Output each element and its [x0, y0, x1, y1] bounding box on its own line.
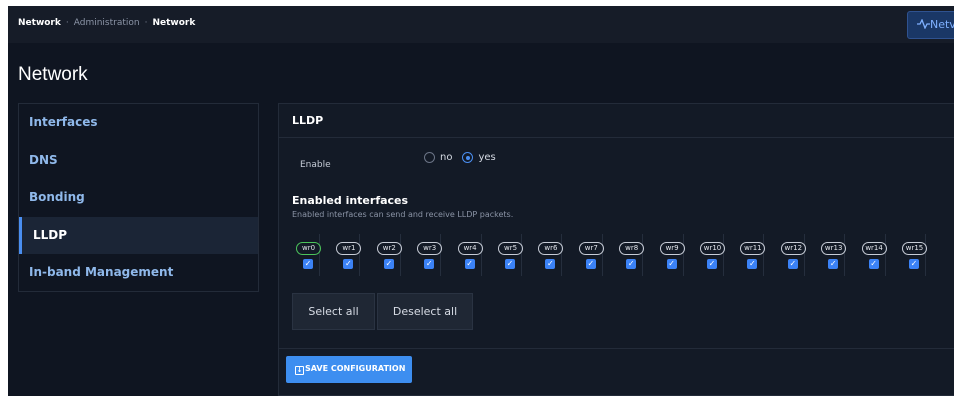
- interface-label: wr13: [821, 242, 847, 255]
- interface-item: wr1 ✓: [330, 234, 362, 276]
- interface-checkbox[interactable]: ✓: [626, 259, 637, 269]
- network-monitor-button[interactable]: Netv: [907, 11, 954, 39]
- interface-label: wr6: [538, 242, 564, 255]
- breadcrumb: Network · Administration · Network: [18, 18, 195, 28]
- interface-item: wr14 ✓: [856, 234, 887, 276]
- sidebar: Interfaces DNS Bonding LLDP In-band Mana…: [18, 103, 259, 292]
- interface-checkbox[interactable]: ✓: [424, 259, 435, 269]
- interface-checkbox[interactable]: ✓: [828, 259, 839, 269]
- interface-checkbox[interactable]: ✓: [464, 259, 475, 269]
- breadcrumb-item-current: Network: [152, 18, 196, 28]
- interface-label: wr12: [780, 242, 806, 255]
- interface-label: wr3: [417, 242, 443, 255]
- enable-yes-label[interactable]: yes: [478, 152, 495, 163]
- interface-checkbox[interactable]: ✓: [343, 259, 354, 269]
- interface-checkbox[interactable]: ✓: [383, 259, 394, 269]
- interface-checkbox[interactable]: ✓: [505, 259, 515, 269]
- breadcrumb-item-administration[interactable]: Administration: [74, 18, 140, 28]
- enable-no-radio[interactable]: [424, 152, 435, 163]
- activity-icon: [917, 18, 930, 30]
- interface-checkbox[interactable]: ✓: [787, 259, 798, 269]
- interface-item: wr2 ✓: [371, 234, 402, 276]
- interface-label: wr1: [336, 242, 362, 255]
- interface-checkbox[interactable]: ✓: [707, 259, 717, 269]
- page-title: Network: [18, 64, 88, 85]
- save-configuration-button[interactable]: ↓ SAVE CONFIGURATION: [286, 356, 412, 383]
- enable-radio-group: no yes: [424, 152, 506, 163]
- app-window: Network · Administration · Network Netv Netw…: [8, 6, 954, 396]
- enable-no-label[interactable]: no: [440, 152, 452, 163]
- breadcrumb-separator: ·: [65, 18, 69, 28]
- interface-checkbox[interactable]: ✓: [545, 259, 556, 269]
- interface-label: wr11: [740, 242, 766, 255]
- interface-checkbox[interactable]: ✓: [868, 259, 879, 269]
- interface-checkbox[interactable]: ✓: [303, 259, 313, 269]
- select-all-button[interactable]: Select all: [292, 293, 375, 330]
- interface-item: wr3 ✓: [411, 234, 443, 276]
- interface-item: wr15 ✓: [896, 234, 927, 276]
- interface-item: wr13 ✓: [815, 234, 847, 276]
- breadcrumb-separator: ·: [144, 18, 148, 28]
- enable-label: Enable: [300, 160, 331, 170]
- interface-label: wr14: [861, 242, 887, 255]
- breadcrumb-item-network[interactable]: Network: [18, 18, 61, 28]
- interface-item: wr11 ✓: [734, 234, 766, 276]
- sidebar-item-interfaces[interactable]: Interfaces: [19, 104, 258, 142]
- interface-label: wr8: [619, 242, 645, 255]
- enabled-interfaces-description: Enabled interfaces can send and receive …: [292, 210, 514, 219]
- enable-yes-radio[interactable]: [462, 152, 474, 163]
- interface-checkbox[interactable]: ✓: [909, 259, 919, 269]
- interface-item: wr6 ✓: [532, 234, 564, 276]
- interface-item: wr7 ✓: [573, 234, 604, 276]
- interface-checkbox[interactable]: ✓: [747, 259, 758, 269]
- enabled-interfaces-title: Enabled interfaces: [292, 194, 409, 207]
- interface-label: wr4: [457, 242, 483, 255]
- interface-label: wr15: [902, 242, 927, 255]
- interface-item: wr12 ✓: [775, 234, 806, 276]
- sidebar-item-lldp[interactable]: LLDP: [19, 216, 258, 254]
- interface-item: wr9 ✓: [654, 234, 685, 276]
- interface-label: wr0: [296, 242, 321, 255]
- interface-checkbox[interactable]: ✓: [585, 259, 596, 269]
- save-icon: ↓: [295, 366, 304, 375]
- interface-label: wr5: [498, 242, 523, 255]
- interface-checkbox[interactable]: ✓: [666, 259, 677, 269]
- sidebar-item-bonding[interactable]: Bonding: [19, 179, 258, 217]
- network-monitor-button-label: Netv: [930, 18, 954, 31]
- interface-item: wr10 ✓: [694, 234, 725, 276]
- interface-item: wr5 ✓: [492, 234, 523, 276]
- save-configuration-label: SAVE CONFIGURATION: [305, 364, 406, 373]
- lldp-panel: LLDP Enable no yes Enabled interfaces En…: [278, 103, 954, 396]
- top-bar: Network · Administration · Network Netv: [8, 6, 954, 43]
- interface-item: wr0 ✓: [290, 234, 321, 276]
- interface-item: wr4 ✓: [452, 234, 483, 276]
- panel-header: LLDP: [279, 104, 954, 138]
- deselect-all-button[interactable]: Deselect all: [377, 293, 473, 330]
- interface-label: wr9: [659, 242, 685, 255]
- interface-label: wr7: [578, 242, 604, 255]
- sidebar-item-in-band-management[interactable]: In-band Management: [19, 254, 258, 292]
- interface-label: wr10: [700, 242, 725, 255]
- interface-label: wr2: [376, 242, 402, 255]
- divider: [279, 348, 954, 349]
- sidebar-item-dns[interactable]: DNS: [19, 142, 258, 180]
- interface-item: wr8 ✓: [613, 234, 645, 276]
